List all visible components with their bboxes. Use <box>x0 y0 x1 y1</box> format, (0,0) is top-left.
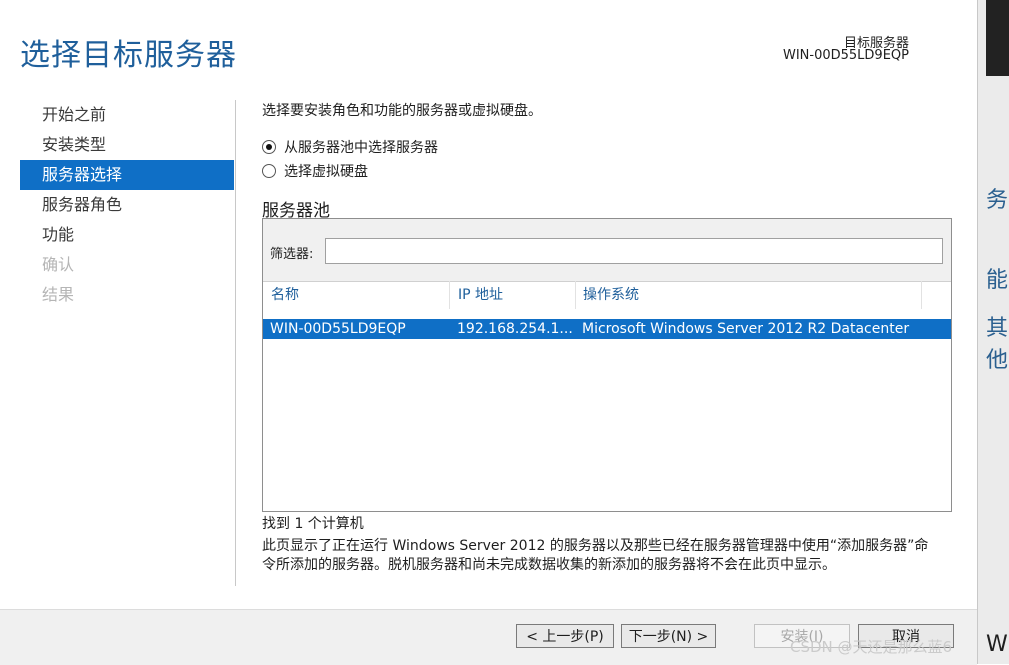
nav-item-installation-type[interactable]: 安装类型 <box>20 130 234 160</box>
nav-item-server-roles[interactable]: 服务器角色 <box>20 190 234 220</box>
nav-item-features[interactable]: 功能 <box>20 220 234 250</box>
background-text: Wir <box>986 632 1009 657</box>
background-text: 其他 <box>986 316 1009 373</box>
radio-virtual-hard-disk[interactable]: 选择虚拟硬盘 <box>262 161 368 181</box>
background-dark-strip <box>986 0 1009 76</box>
destination-server-value: WIN-00D55LD9EQP <box>782 48 909 63</box>
table-row[interactable]: WIN-00D55LD9EQP 192.168.254.1... Microso… <box>263 319 951 339</box>
nav-divider <box>235 100 236 586</box>
column-header-os[interactable]: 操作系统 <box>583 281 639 313</box>
cell-operating-system: Microsoft Windows Server 2012 R2 Datacen… <box>582 321 910 337</box>
background-text: 务 <box>986 188 1009 213</box>
radio-server-pool-label: 从服务器池中选择服务器 <box>284 140 438 156</box>
column-separator[interactable] <box>449 281 450 309</box>
wizard-window: 选择目标服务器 目标服务器 WIN-00D55LD9EQP 开始之前 安装类型 … <box>0 0 977 665</box>
page-title: 选择目标服务器 <box>20 38 237 73</box>
column-separator[interactable] <box>921 281 922 309</box>
column-separator[interactable] <box>575 281 576 309</box>
previous-button[interactable]: < 上一步(P) <box>516 624 614 648</box>
nav-item-before-you-begin[interactable]: 开始之前 <box>20 100 234 130</box>
filter-bar: 筛选器: <box>263 219 951 282</box>
wizard-steps-nav: 开始之前 安装类型 服务器选择 服务器角色 功能 确认 结果 <box>20 100 234 310</box>
watermark: CSDN @天还是那么蓝6 <box>790 638 953 656</box>
radio-server-pool[interactable]: 从服务器池中选择服务器 <box>262 137 438 157</box>
found-count-text: 找到 1 个计算机 <box>262 516 364 532</box>
column-header-ip[interactable]: IP 地址 <box>458 281 503 313</box>
radio-button-icon[interactable] <box>262 164 276 178</box>
nav-item-results: 结果 <box>42 285 75 304</box>
filter-input[interactable] <box>325 238 943 264</box>
column-header-name[interactable]: 名称 <box>271 281 299 313</box>
cell-ip-address: 192.168.254.1... <box>457 321 573 337</box>
cell-server-name: WIN-00D55LD9EQP <box>270 321 406 337</box>
help-text: 此页显示了正在运行 Windows Server 2012 的服务器以及那些已经… <box>262 538 929 573</box>
server-pool-panel: 筛选器: 名称 IP 地址 操作系统 WIN-00D55LD9EQP 192.1… <box>262 218 952 512</box>
nav-item-server-selection[interactable]: 服务器选择 <box>20 160 234 190</box>
filter-label: 筛选器: <box>270 247 314 262</box>
intro-text: 选择要安装角色和功能的服务器或虚拟硬盘。 <box>262 103 542 119</box>
radio-virtual-hard-disk-label: 选择虚拟硬盘 <box>284 164 368 180</box>
next-button[interactable]: 下一步(N) > <box>621 624 716 648</box>
radio-button-icon[interactable] <box>262 140 276 154</box>
background-text: 能 <box>986 268 1009 293</box>
nav-item-confirmation: 确认 <box>42 255 75 274</box>
